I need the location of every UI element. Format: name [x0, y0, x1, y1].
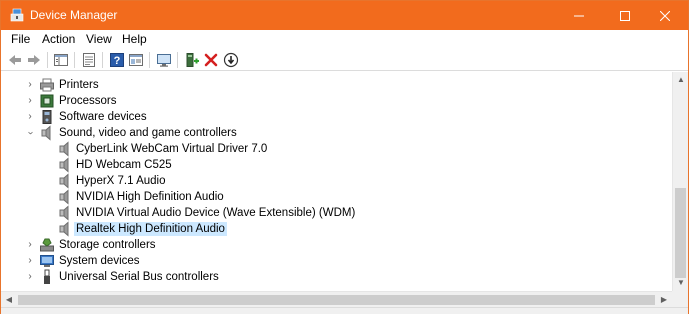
close-button[interactable]	[642, 1, 688, 30]
minimize-button[interactable]	[556, 1, 602, 30]
forward-arrow-icon[interactable]	[26, 52, 42, 68]
expand-chevron-icon[interactable]: ›	[25, 255, 35, 267]
software-device-icon	[39, 109, 55, 125]
update-driver-icon[interactable]	[223, 52, 239, 68]
expand-chevron-icon[interactable]: ›	[25, 95, 35, 107]
scrollbar-corner	[672, 291, 688, 307]
tree-node-label: Storage controllers	[59, 239, 156, 251]
tree-node-storage-controllers[interactable]: › Storage controllers	[1, 237, 672, 253]
speaker-icon	[57, 141, 73, 157]
tree-node-label: Processors	[59, 95, 117, 107]
scroll-right-arrow-icon[interactable]: ▶	[656, 292, 672, 308]
tree-node-cyberlink-webcam-virtual-driver[interactable]: CyberLink WebCam Virtual Driver 7.0	[1, 141, 672, 157]
tree-node-printers[interactable]: › Printers	[1, 77, 672, 93]
uninstall-device-icon[interactable]	[203, 52, 219, 68]
horizontal-scrollbar[interactable]: ◀ ▶	[1, 291, 672, 307]
menu-view[interactable]: View	[86, 32, 112, 46]
expand-chevron-icon[interactable]: ›	[25, 111, 35, 123]
add-driver-icon[interactable]	[184, 52, 200, 68]
speaker-icon	[57, 189, 73, 205]
tree-node-hyperx-audio[interactable]: HyperX 7.1 Audio	[1, 173, 672, 189]
back-arrow-icon[interactable]	[7, 52, 23, 68]
processor-icon	[39, 93, 55, 109]
tree-node-software-devices[interactable]: › Software devices	[1, 109, 672, 125]
tree-node-sound-video-game-controllers[interactable]: › Sound, video and game controllers	[1, 125, 672, 141]
tree-node-hd-webcam-c525[interactable]: HD Webcam C525	[1, 157, 672, 173]
tree-node-label: NVIDIA High Definition Audio	[76, 191, 224, 203]
tree-node-label: System devices	[59, 255, 140, 267]
expand-chevron-icon[interactable]: ›	[25, 79, 35, 91]
scroll-down-arrow-icon[interactable]: ▼	[673, 275, 689, 291]
toolbar-separator	[149, 52, 150, 68]
expand-chevron-icon[interactable]: ›	[25, 271, 35, 283]
toolbar-separator	[74, 52, 75, 68]
tree-node-realtek-hd-audio[interactable]: Realtek High Definition Audio	[1, 221, 672, 237]
help-icon[interactable]: ?	[109, 52, 125, 68]
menu-help[interactable]: Help	[122, 32, 147, 46]
toolbar-separator	[102, 52, 103, 68]
device-list-icon[interactable]	[128, 52, 144, 68]
minimize-icon	[574, 15, 584, 16]
toolbar-separator	[47, 52, 48, 68]
device-manager-app-icon	[10, 8, 24, 22]
speaker-icon	[57, 157, 73, 173]
scroll-left-arrow-icon[interactable]: ◀	[1, 292, 17, 308]
tree-node-system-devices[interactable]: › System devices	[1, 253, 672, 269]
scroll-up-arrow-icon[interactable]: ▲	[673, 72, 689, 88]
tree-node-nvidia-virtual-audio[interactable]: NVIDIA Virtual Audio Device (Wave Extens…	[1, 205, 672, 221]
svg-text:?: ?	[114, 55, 121, 67]
speaker-icon	[39, 125, 55, 141]
window-title: Device Manager	[30, 8, 118, 22]
vertical-scroll-thumb[interactable]	[675, 188, 686, 278]
tree-node-label: NVIDIA Virtual Audio Device (Wave Extens…	[76, 207, 356, 219]
menu-action[interactable]: Action	[42, 32, 75, 46]
status-bar	[1, 307, 688, 314]
tree-node-label: HyperX 7.1 Audio	[76, 175, 166, 187]
tree-node-nvidia-hd-audio[interactable]: NVIDIA High Definition Audio	[1, 189, 672, 205]
properties-icon[interactable]	[81, 52, 97, 68]
storage-controller-icon	[39, 237, 55, 253]
device-tree[interactable]: › Printers › Processors › Software devic…	[1, 72, 672, 291]
tree-node-label: Sound, video and game controllers	[59, 127, 237, 139]
speaker-icon	[57, 173, 73, 189]
show-hide-console-tree-icon[interactable]	[53, 52, 69, 68]
menu-bar: File Action View Help	[1, 30, 688, 49]
tree-node-label: HD Webcam C525	[76, 159, 172, 171]
tree-node-label-selected: Realtek High Definition Audio	[74, 222, 227, 236]
toolbar: ?	[1, 49, 688, 71]
tree-node-label: Printers	[59, 79, 99, 91]
device-manager-window: Device Manager File Action View Help ? ›…	[0, 0, 689, 314]
close-icon	[660, 10, 670, 21]
printer-icon	[39, 77, 55, 93]
tree-node-processors[interactable]: › Processors	[1, 93, 672, 109]
scan-for-hardware-changes-icon[interactable]	[156, 52, 172, 68]
usb-icon	[39, 269, 55, 285]
tree-node-usb-controllers[interactable]: › Universal Serial Bus controllers	[1, 269, 672, 285]
collapse-chevron-icon[interactable]: ›	[24, 128, 36, 138]
horizontal-scroll-thumb[interactable]	[18, 295, 655, 305]
toolbar-separator	[177, 52, 178, 68]
menu-file[interactable]: File	[11, 32, 30, 46]
tree-node-label: Universal Serial Bus controllers	[59, 271, 219, 283]
vertical-scrollbar[interactable]: ▲ ▼	[672, 72, 688, 291]
system-device-icon	[39, 253, 55, 269]
tree-node-label: CyberLink WebCam Virtual Driver 7.0	[76, 143, 268, 155]
expand-chevron-icon[interactable]: ›	[25, 239, 35, 251]
tree-node-label: Software devices	[59, 111, 147, 123]
maximize-icon	[620, 10, 630, 21]
speaker-icon	[57, 221, 73, 237]
title-bar[interactable]: Device Manager	[1, 1, 688, 30]
speaker-icon	[57, 205, 73, 221]
